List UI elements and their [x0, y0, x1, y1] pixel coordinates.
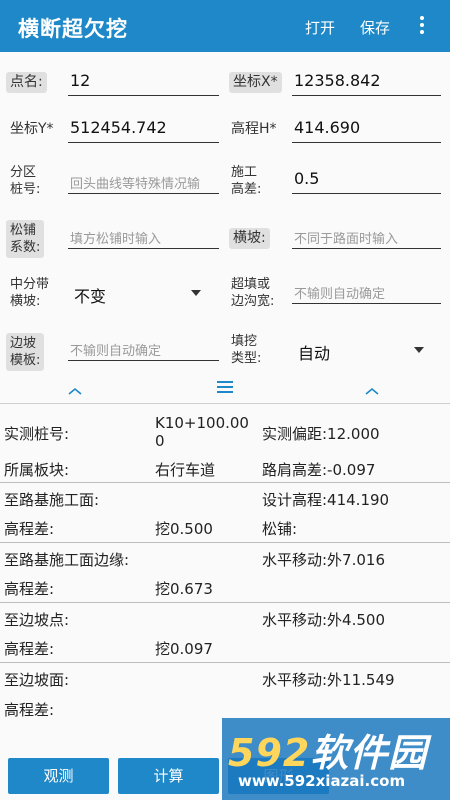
divider: [0, 602, 450, 603]
point-name-label: 点名:: [6, 72, 47, 93]
section1-diff-label: 高程差:: [4, 520, 55, 538]
zone-station-label-line1: 分区: [10, 165, 37, 180]
median-slope-label-line1: 中分带: [10, 277, 50, 292]
watermark-text: 软件园: [310, 731, 428, 775]
section3-move: 水平移动:外4.500: [262, 611, 385, 629]
section3-diff-label: 高程差:: [4, 640, 55, 658]
construct-diff-field[interactable]: 0.5: [292, 166, 441, 194]
section2-move: 水平移动:外7.016: [262, 551, 385, 569]
results-panel: 实测桩号: K10+100.00 0 实测偏距:12.000 所属板块: 右行车…: [0, 403, 450, 755]
divider: [0, 482, 450, 483]
section4-title: 至边坡面:: [4, 671, 70, 689]
point-name-field[interactable]: 12: [68, 68, 219, 96]
shoulder-diff: 路肩高差:-0.097: [262, 461, 376, 479]
slope-template-label-line2: 模板:: [10, 353, 41, 368]
section1-diff-value: 挖0.500: [155, 520, 213, 538]
section1-loose: 松铺:: [262, 520, 298, 538]
observe-button[interactable]: 观测: [8, 758, 109, 794]
slope-template-label-line1: 边坡: [10, 336, 37, 351]
median-slope-label: 中分带 横坡:: [10, 276, 49, 310]
save-button[interactable]: 保存: [360, 17, 390, 38]
median-slope-select[interactable]: 不变: [74, 283, 106, 307]
page-title: 横断超欠挖: [18, 17, 128, 41]
coord-y-field[interactable]: 512454.742: [68, 115, 219, 143]
overfill-width-label: 超填或 边沟宽:: [231, 276, 274, 310]
chevron-up-icon[interactable]: [365, 386, 379, 400]
station-value-line1: K10+100.00: [155, 414, 249, 432]
overfill-width-label-line2: 边沟宽:: [231, 294, 275, 309]
cutfill-type-dropdown-icon[interactable]: [414, 347, 424, 353]
cutfill-type-select[interactable]: 自动: [298, 340, 330, 364]
watermark-url: www.592xiazai.com: [238, 772, 406, 790]
cutfill-type-label-line2: 类型:: [231, 351, 262, 366]
menu-icon[interactable]: [217, 381, 233, 396]
slab-label: 所属板块:: [4, 461, 70, 479]
divider: [0, 662, 450, 663]
loose-coeff-field[interactable]: 填方松铺时输入: [68, 221, 219, 249]
median-slope-label-line2: 横坡:: [10, 294, 41, 309]
cross-slope-field[interactable]: 不同于路面时输入: [292, 221, 441, 249]
loose-coeff-label-line2: 系数:: [10, 240, 41, 255]
coord-x-label: 坐标X*: [229, 72, 282, 93]
watermark-brand: 592软件园: [228, 722, 427, 777]
section2-title: 至路基施工面边缘:: [4, 551, 130, 569]
cross-slope-label: 横坡:: [229, 228, 270, 249]
loose-coeff-label-line1: 松铺: [10, 223, 37, 238]
cutfill-type-label-line1: 填挖: [231, 334, 258, 349]
chevron-up-icon[interactable]: [68, 386, 82, 400]
coord-x-field[interactable]: 12358.842: [292, 68, 441, 96]
app-bar: 横断超欠挖 打开 保存: [0, 0, 450, 52]
construct-diff-label-line2: 高差:: [231, 182, 262, 197]
section4-move: 水平移动:外11.549: [262, 671, 395, 689]
slab-value: 右行车道: [155, 461, 216, 479]
station-value-line2: 0: [155, 432, 165, 450]
slope-template-field[interactable]: 不输则自动确定: [68, 333, 219, 361]
watermark-logo: 592软件园 www.592xiazai.com: [222, 718, 450, 800]
divider: [0, 542, 450, 543]
overfill-width-label-line1: 超填或: [231, 277, 271, 292]
section4-diff-label: 高程差:: [4, 701, 55, 719]
section3-title: 至边坡点:: [4, 611, 70, 629]
offset-value: 实测偏距:12.000: [262, 425, 380, 443]
elev-h-field[interactable]: 414.690: [292, 115, 441, 143]
zone-station-label-line2: 桩号:: [10, 182, 41, 197]
loose-coeff-label: 松铺 系数:: [6, 220, 45, 258]
cutfill-type-label: 填挖 类型:: [231, 333, 261, 367]
elev-h-label: 高程H*: [231, 121, 277, 137]
median-slope-dropdown-icon[interactable]: [191, 290, 201, 296]
open-button[interactable]: 打开: [305, 17, 335, 38]
section2-diff-value: 挖0.673: [155, 580, 213, 598]
zone-station-field[interactable]: 回头曲线等特殊情况输: [68, 166, 219, 194]
compute-button[interactable]: 计算: [118, 758, 219, 794]
section1-title: 至路基施工面:: [4, 491, 100, 509]
slope-template-label: 边坡 模板:: [6, 333, 45, 371]
more-vert-icon[interactable]: [414, 14, 430, 38]
section3-diff-value: 挖0.097: [155, 640, 213, 658]
overfill-width-field[interactable]: 不输则自动确定: [292, 276, 441, 304]
section2-diff-label: 高程差:: [4, 580, 55, 598]
station-label: 实测桩号:: [4, 425, 70, 443]
coord-y-label: 坐标Y*: [10, 121, 54, 137]
section1-design-elev: 设计高程:414.190: [262, 491, 390, 509]
zone-station-label: 分区 桩号:: [10, 164, 40, 198]
watermark-digits: 592: [228, 731, 311, 775]
construct-diff-label: 施工 高差:: [231, 164, 261, 198]
construct-diff-label-line1: 施工: [231, 165, 258, 180]
